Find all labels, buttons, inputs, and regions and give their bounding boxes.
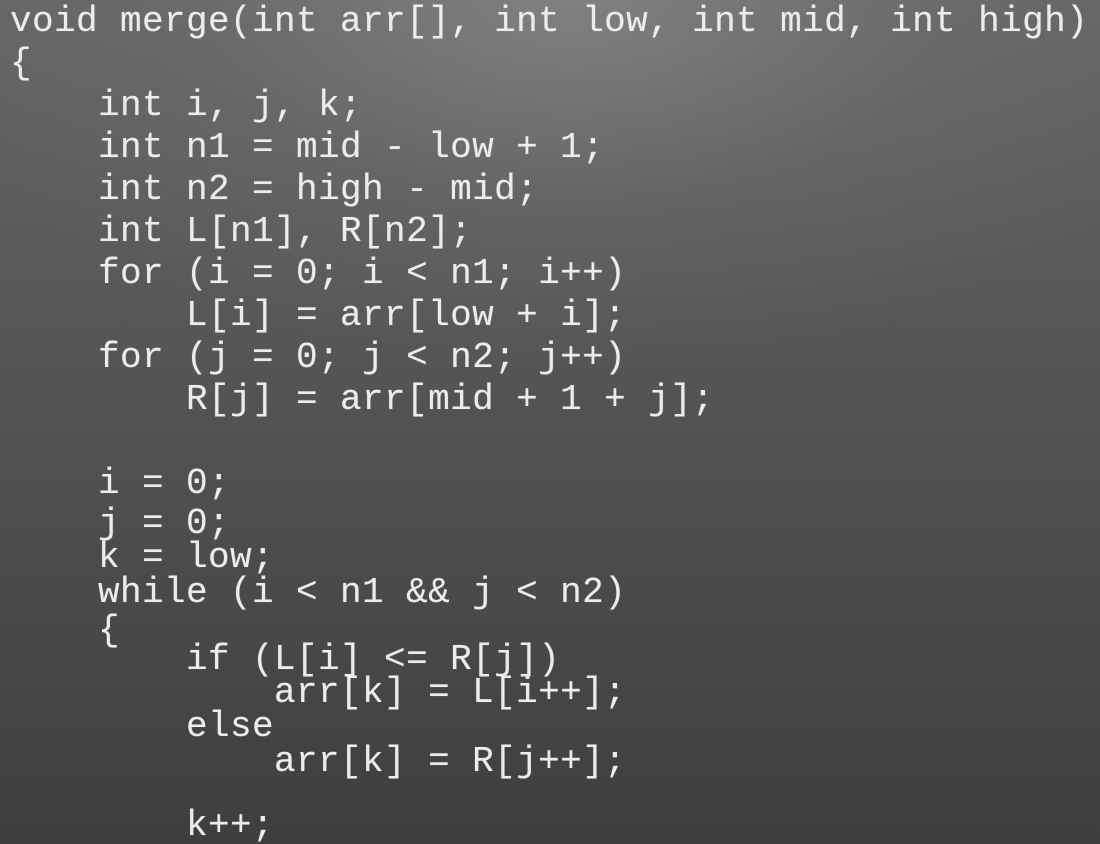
code-line: for (j = 0; j < n2; j++) bbox=[10, 337, 627, 378]
code-line: int n1 = mid - low + 1; bbox=[10, 127, 605, 168]
code-view: void merge(int arr[], int low, int mid, … bbox=[0, 0, 1100, 844]
code-line: void merge(int arr[], int low, int mid, … bbox=[10, 1, 1089, 42]
code-line: i = 0; bbox=[10, 463, 231, 504]
code-line: arr[k] = R[j++]; bbox=[10, 741, 627, 782]
code-line: int L[n1], R[n2]; bbox=[10, 211, 473, 252]
code-line: for (i = 0; i < n1; i++) bbox=[10, 253, 627, 294]
code-line: R[j] = arr[mid + 1 + j]; bbox=[10, 379, 715, 420]
code-line: L[i] = arr[low + i]; bbox=[10, 295, 627, 336]
code-line: int i, j, k; bbox=[10, 85, 363, 126]
code-line: { bbox=[10, 43, 33, 84]
code-line: while (i < n1 && j < n2) bbox=[10, 572, 627, 613]
code-line: int n2 = high - mid; bbox=[10, 169, 539, 210]
code-line: k++; bbox=[10, 805, 275, 844]
